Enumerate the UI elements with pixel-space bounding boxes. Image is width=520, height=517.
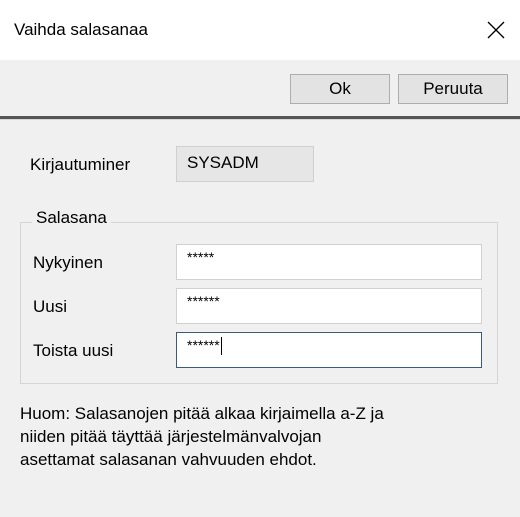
text-caret <box>220 337 222 355</box>
new-password-input[interactable]: ****** <box>176 288 482 324</box>
title-bar: Vaihda salasanaa <box>0 0 520 60</box>
password-requirements-note: Huom: Salasanojen pitää alkaa kirjaimell… <box>20 402 510 471</box>
cancel-button[interactable]: Peruuta <box>398 74 508 104</box>
current-password-value: ***** <box>187 249 215 265</box>
close-icon <box>487 21 505 39</box>
ok-button[interactable]: Ok <box>290 74 390 104</box>
password-group-legend: Salasana <box>32 208 111 228</box>
repeat-password-input[interactable]: ****** <box>176 332 482 368</box>
note-line: Huom: Salasanojen pitää alkaa kirjaimell… <box>20 404 384 423</box>
repeat-password-label: Toista uusi <box>33 341 114 360</box>
note-line: niiden pitää täyttää järjestelmänvalvoja… <box>20 427 322 446</box>
current-password-input[interactable]: ***** <box>176 244 482 280</box>
note-line: asettamat salasanan vahvuuden ehdot. <box>20 450 317 469</box>
new-password-value: ****** <box>187 293 220 309</box>
toolbar-separator-highlight <box>0 119 520 120</box>
current-password-label: Nykyinen <box>33 253 103 272</box>
login-label: Kirjautuminer <box>30 155 131 174</box>
repeat-password-value: ****** <box>187 337 220 353</box>
new-password-label: Uusi <box>33 297 68 316</box>
close-button[interactable] <box>478 12 514 48</box>
login-value-field: SYSADM <box>176 146 314 182</box>
dialog-title: Vaihda salasanaa <box>14 20 148 39</box>
toolbar: Ok Peruuta <box>0 60 520 116</box>
